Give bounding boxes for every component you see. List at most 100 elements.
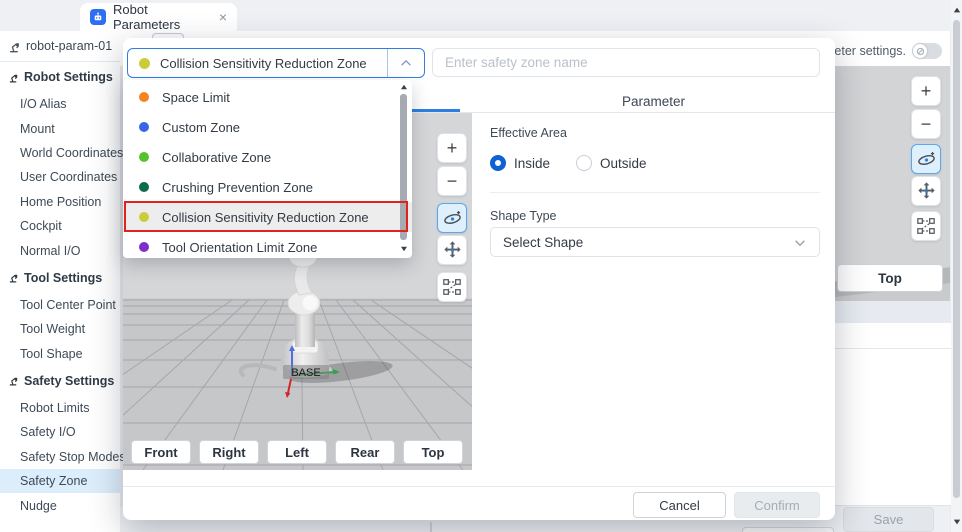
measure-nodes-button[interactable] (437, 272, 467, 302)
orbit-icon (916, 149, 937, 170)
sidebar-item-robot-limits[interactable]: Robot Limits (0, 396, 120, 420)
robot-arm-icon (8, 72, 19, 83)
page-view-top-button[interactable]: Top (837, 264, 943, 292)
page-hidden-button-fragment (742, 527, 834, 532)
chevron-up-icon (399, 58, 413, 68)
sidebar-item-world-coordinates[interactable]: World Coordinates (0, 141, 120, 165)
scrollbar-thumb[interactable] (953, 20, 960, 498)
zone-color-dot (139, 122, 149, 132)
scroll-up-icon[interactable] (401, 85, 407, 90)
sidebar-item-tool-shape[interactable]: Tool Shape (0, 342, 120, 366)
page-hidden-button-edge (430, 522, 432, 532)
effective-area-label: Effective Area (490, 126, 567, 140)
sidebar-item-safety-io[interactable]: Safety I/O (0, 420, 120, 444)
tab-robot-parameters[interactable]: Robot Parameters × (80, 3, 237, 31)
toggle-knob-icon (913, 44, 927, 58)
sidebar-item-normal-io[interactable]: Normal I/O (0, 238, 120, 262)
sidebar-item-tool-center-point[interactable]: Tool Center Point (0, 293, 120, 317)
parameter-settings-text-fragment: meter settings. (824, 44, 906, 58)
option-custom-zone[interactable]: Custom Zone (123, 112, 412, 142)
zone-type-select[interactable]: Collision Sensitivity Reduction Zone (127, 48, 425, 78)
sidebar-section-safety-settings[interactable]: Safety Settings (0, 366, 120, 396)
pan-move-icon (442, 240, 463, 261)
sidebar-item-user-coordinates[interactable]: User Coordinates (0, 165, 120, 189)
view-front-button[interactable]: Front (131, 440, 191, 464)
radio-outside[interactable]: Outside (576, 155, 647, 171)
zoom-out-button[interactable]: − (437, 166, 467, 196)
zone-type-dropdown-list: Space Limit Custom Zone Collaborative Zo… (123, 80, 412, 258)
sidebar-item-nudge[interactable]: Nudge (0, 493, 120, 517)
shape-type-label: Shape Type (490, 209, 557, 223)
page-zoom-in-button[interactable]: + (911, 76, 941, 106)
sidebar-item-mount[interactable]: Mount (0, 116, 120, 140)
tab-parameter[interactable]: Parameter (477, 90, 830, 113)
scroll-up-icon[interactable] (953, 8, 959, 13)
zoom-in-button[interactable]: + (437, 133, 467, 163)
parameter-settings-toggle[interactable] (912, 43, 942, 59)
view-left-button[interactable]: Left (267, 440, 327, 464)
tab-robot-parameters-label: Robot Parameters (113, 2, 212, 32)
orbit-icon (442, 208, 463, 229)
zone-color-dot (139, 152, 149, 162)
base-frame-label: BASE (291, 367, 320, 379)
safety-zone-name-input[interactable] (432, 48, 820, 77)
cancel-button[interactable]: Cancel (633, 492, 726, 518)
shape-type-select[interactable]: Select Shape (490, 227, 820, 257)
robot-parameters-app-icon (90, 9, 106, 25)
zone-color-dot (139, 182, 149, 192)
sidebar-item-home-position[interactable]: Home Position (0, 190, 120, 214)
option-collaborative-zone[interactable]: Collaborative Zone (123, 142, 412, 172)
chevron-down-icon (793, 237, 807, 248)
page-parameter-panel-fragment (835, 323, 951, 505)
sidebar: robot-param-01 Robot Settings I/O Alias … (0, 31, 120, 532)
sidebar-title-label: robot-param-01 (26, 39, 112, 53)
pan-move-icon (916, 181, 937, 202)
sidebar-section-tool-settings[interactable]: Tool Settings (0, 263, 120, 293)
robot-arm-icon (8, 375, 19, 386)
scroll-down-icon[interactable] (953, 520, 959, 525)
save-button[interactable]: Save (843, 507, 934, 532)
sidebar-item-cockpit[interactable]: Cockpit (0, 214, 120, 238)
zone-color-dot (139, 242, 149, 252)
view-top-button[interactable]: Top (403, 440, 463, 464)
robot-arm-icon (8, 40, 21, 53)
page-strip (835, 301, 951, 323)
view-right-button[interactable]: Right (199, 440, 259, 464)
sidebar-item-tool-weight[interactable]: Tool Weight (0, 317, 120, 341)
sidebar-item-safety-zone[interactable]: Safety Zone (0, 469, 120, 493)
confirm-button[interactable]: Confirm (734, 492, 820, 518)
zone-select-caret[interactable] (387, 49, 424, 77)
effective-area-radio-group: Inside Outside (490, 155, 647, 171)
zone-color-dot (139, 58, 150, 69)
page-measure-nodes-button[interactable] (911, 211, 941, 241)
robot-arm-model (278, 240, 343, 378)
radio-inside[interactable]: Inside (490, 155, 550, 171)
nodes-link-icon (442, 277, 462, 297)
zone-color-dot (139, 92, 149, 102)
orbit-button[interactable] (437, 203, 467, 233)
sidebar-section-robot-settings[interactable]: Robot Settings (0, 62, 120, 92)
scroll-down-icon[interactable] (401, 247, 407, 252)
safety-zone-dialog: Collision Sensitivity Reduction Zone Par… (123, 38, 835, 520)
sidebar-item-safety-stop-modes[interactable]: Safety Stop Modes (0, 445, 120, 469)
robot-arm-icon (8, 272, 19, 283)
zone-type-value: Collision Sensitivity Reduction Zone (160, 56, 387, 71)
page-vertical-scrollbar[interactable] (951, 0, 962, 532)
sidebar-item-io-alias[interactable]: I/O Alias (0, 92, 120, 116)
pan-button[interactable] (437, 235, 467, 265)
view-rear-button[interactable]: Rear (335, 440, 395, 464)
parameter-panel: Effective Area Inside Outside Shape Type… (490, 113, 820, 483)
nodes-link-icon (916, 216, 936, 236)
page-pan-button[interactable] (911, 176, 941, 206)
option-crushing-prevention-zone[interactable]: Crushing Prevention Zone (123, 172, 412, 202)
option-tool-orientation-limit-zone[interactable]: Tool Orientation Limit Zone (123, 232, 412, 258)
panel-divider (490, 192, 820, 193)
dialog-footer-divider (123, 486, 835, 487)
sidebar-robot-param-title[interactable]: robot-param-01 (0, 31, 120, 62)
radio-unselected-icon[interactable] (576, 155, 592, 171)
page-zoom-out-button[interactable]: − (911, 109, 941, 139)
tab-robot-parameters-close-icon[interactable]: × (219, 10, 227, 24)
radio-selected-icon[interactable] (490, 155, 506, 171)
page-orbit-button[interactable] (911, 144, 941, 174)
option-space-limit[interactable]: Space Limit (123, 82, 412, 112)
